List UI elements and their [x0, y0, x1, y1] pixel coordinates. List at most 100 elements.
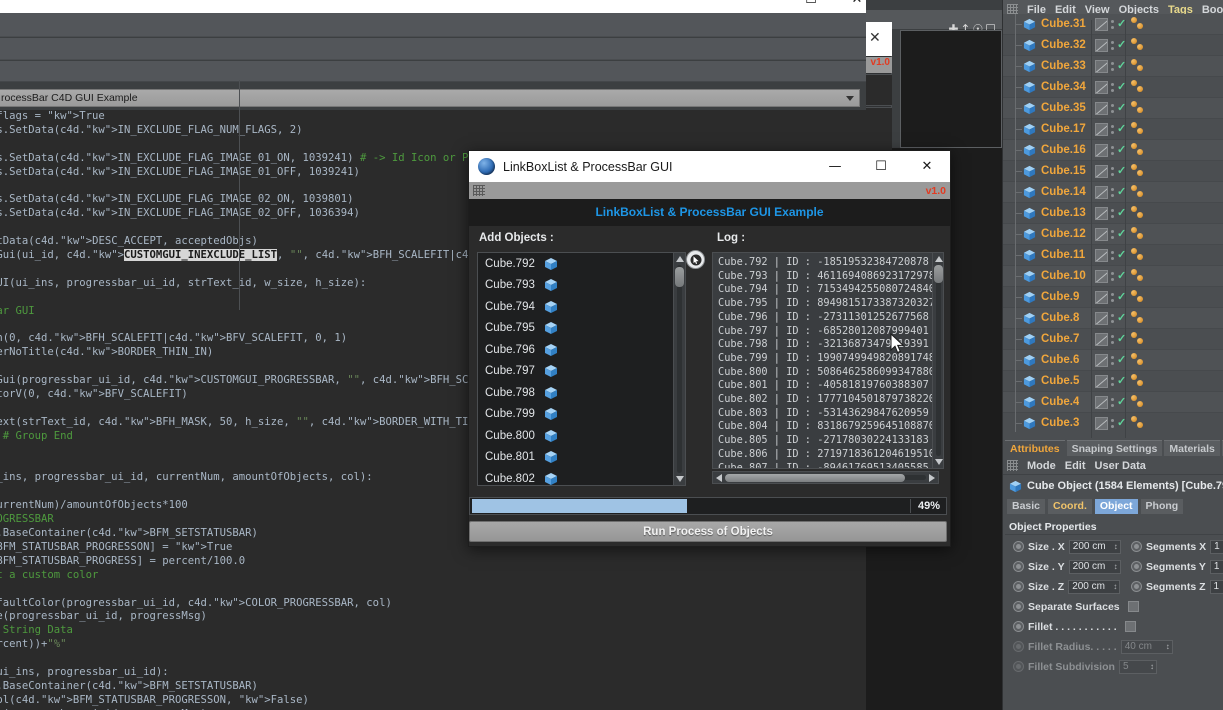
toolbar-row-1[interactable] — [0, 13, 880, 37]
list-item[interactable]: Cube.801 — [478, 447, 676, 469]
scrollbar-track[interactable] — [677, 265, 682, 473]
tag-dots-icon[interactable] — [1110, 60, 1115, 73]
visibility-dots-icon[interactable] — [1131, 121, 1147, 139]
field-size-y[interactable]: 200 cm ↕ — [1068, 559, 1121, 574]
field-size-z[interactable]: 200 cm ↕ — [1068, 579, 1121, 594]
material-tag-icon[interactable] — [1095, 123, 1108, 136]
tag-dots-icon[interactable] — [1110, 291, 1115, 304]
material-tag-icon[interactable] — [1095, 375, 1108, 388]
spinner-icon[interactable]: ↕ — [1114, 540, 1120, 553]
scroll-down-icon[interactable] — [676, 476, 684, 482]
tag-dots-icon[interactable] — [1110, 333, 1115, 346]
list-item[interactable]: Cube.796 — [478, 339, 676, 361]
attr-menu-user-data[interactable]: User Data — [1095, 460, 1146, 472]
property-row-size-z[interactable]: Size . Z 200 cm ↕ — [1013, 578, 1121, 595]
material-tag-icon[interactable] — [1095, 417, 1108, 430]
visibility-dots-icon[interactable] — [1131, 79, 1147, 97]
tag-dots-icon[interactable] — [1110, 207, 1115, 220]
visibility-dots-icon[interactable] — [1131, 226, 1147, 244]
visibility-dots-icon[interactable] — [1131, 373, 1147, 391]
visibility-dots-icon[interactable] — [1131, 331, 1147, 349]
attr-menu-edit[interactable]: Edit — [1065, 460, 1086, 472]
radio-icon[interactable] — [1013, 561, 1024, 572]
field-segments-z[interactable]: 1 — [1209, 579, 1223, 594]
material-tag-icon[interactable] — [1095, 18, 1108, 31]
object-manager-row[interactable]: Cube.10 ✓ — [1003, 266, 1223, 287]
object-manager-row[interactable]: Cube.15 ✓ — [1003, 161, 1223, 182]
spinner-icon[interactable]: ↕ — [1114, 560, 1120, 573]
object-manager-row[interactable]: Cube.13 ✓ — [1003, 203, 1223, 224]
radio-icon[interactable] — [1013, 541, 1024, 552]
visibility-dots-icon[interactable] — [1131, 184, 1147, 202]
visibility-dots-icon[interactable] — [1131, 415, 1147, 432]
tag-dots-icon[interactable] — [1110, 270, 1115, 283]
tag-dots-icon[interactable] — [1110, 18, 1115, 31]
toolbar-row-2[interactable] — [0, 38, 880, 60]
object-manager-row[interactable]: Cube.31 ✓ — [1003, 14, 1223, 35]
tag-dots-icon[interactable] — [1110, 396, 1115, 409]
object-manager-row[interactable]: Cube.35 ✓ — [1003, 98, 1223, 119]
scroll-up-icon[interactable] — [935, 256, 943, 262]
visibility-dots-icon[interactable] — [1131, 289, 1147, 307]
log-textbox[interactable]: Cube.792 | ID : -18519532384720878 Cube.7… — [712, 252, 939, 469]
material-tag-icon[interactable] — [1095, 333, 1108, 346]
list-item[interactable]: Cube.794 — [478, 296, 676, 318]
tag-dots-icon[interactable] — [1110, 186, 1115, 199]
field-segments-y[interactable]: 1 — [1209, 559, 1223, 574]
property-row-fillet[interactable]: Fillet . . . . . . . . . . . — [1013, 618, 1136, 635]
property-row-size-x[interactable]: Size . X 200 cm ↕ — [1013, 538, 1121, 555]
visibility-dots-icon[interactable] — [1131, 247, 1147, 265]
object-manager-row[interactable]: Cube.4 ✓ — [1003, 392, 1223, 413]
scrollbar-thumb[interactable] — [675, 267, 684, 287]
object-manager-row[interactable]: Cube.14 ✓ — [1003, 182, 1223, 203]
list-item[interactable]: Cube.799 — [478, 404, 676, 426]
property-row-separate-surfaces[interactable]: Separate Surfaces — [1013, 598, 1139, 615]
visibility-dots-icon[interactable] — [1131, 352, 1147, 370]
material-tag-icon[interactable] — [1095, 270, 1108, 283]
tag-dots-icon[interactable] — [1110, 39, 1115, 52]
visibility-dots-icon[interactable] — [1131, 394, 1147, 412]
tag-dots-icon[interactable] — [1110, 375, 1115, 388]
tag-dots-icon[interactable] — [1110, 312, 1115, 325]
object-linkbox-list[interactable]: Cube.792 Cube.793 Cube.794 Cube.795 Cube.796… — [477, 252, 677, 486]
material-tag-icon[interactable] — [1095, 102, 1108, 115]
list-item[interactable]: Cube.802 — [478, 468, 676, 485]
subtab-basic[interactable]: Basic — [1007, 499, 1046, 514]
field-segments-x[interactable]: 1 — [1210, 539, 1223, 554]
visibility-dots-icon[interactable] — [1131, 142, 1147, 160]
object-manager-row[interactable]: Cube.6 ✓ — [1003, 350, 1223, 371]
radio-icon[interactable] — [1013, 601, 1024, 612]
checkbox-fillet[interactable] — [1124, 621, 1136, 632]
tag-dots-icon[interactable] — [1110, 81, 1115, 94]
radio-icon[interactable] — [1131, 561, 1142, 572]
radio-icon[interactable] — [1013, 581, 1024, 592]
viewport-canvas[interactable] — [900, 30, 1002, 148]
tag-dots-icon[interactable] — [1110, 249, 1115, 262]
visibility-dots-icon[interactable] — [1131, 16, 1147, 34]
material-tag-icon[interactable] — [1095, 39, 1108, 52]
material-tag-icon[interactable] — [1095, 186, 1108, 199]
object-manager-row[interactable]: Cube.5 ✓ — [1003, 371, 1223, 392]
tag-dots-icon[interactable] — [1110, 144, 1115, 157]
tag-dots-icon[interactable] — [1110, 165, 1115, 178]
list-item[interactable]: Cube.800 — [478, 425, 676, 447]
log-horizontal-scrollbar[interactable] — [712, 471, 939, 484]
material-tag-icon[interactable] — [1095, 312, 1108, 325]
radio-icon[interactable] — [1013, 621, 1024, 632]
object-manager-row[interactable]: Cube.3 ✓ — [1003, 413, 1223, 432]
scrollbar-thumb[interactable] — [725, 474, 905, 482]
subtab-phong[interactable]: Phong — [1140, 499, 1184, 514]
material-tag-icon[interactable] — [1095, 228, 1108, 241]
tag-dots-icon[interactable] — [1110, 102, 1115, 115]
property-row-segments-z[interactable]: Segments Z 1 — [1131, 578, 1223, 595]
attr-menu-mode[interactable]: Mode — [1027, 460, 1056, 472]
toolbar-row-3[interactable] — [0, 61, 880, 82]
object-manager-row[interactable]: Cube.9 ✓ — [1003, 287, 1223, 308]
visibility-dots-icon[interactable] — [1131, 37, 1147, 55]
dialog-close-button[interactable]: ✕ — [904, 151, 950, 182]
material-tag-icon[interactable] — [1095, 354, 1108, 367]
list-item[interactable]: Cube.797 — [478, 361, 676, 383]
tag-dots-icon[interactable] — [1110, 417, 1115, 430]
subtab-object[interactable]: Object — [1094, 499, 1138, 514]
run-process-button[interactable]: Run Process of Objects — [469, 521, 947, 542]
